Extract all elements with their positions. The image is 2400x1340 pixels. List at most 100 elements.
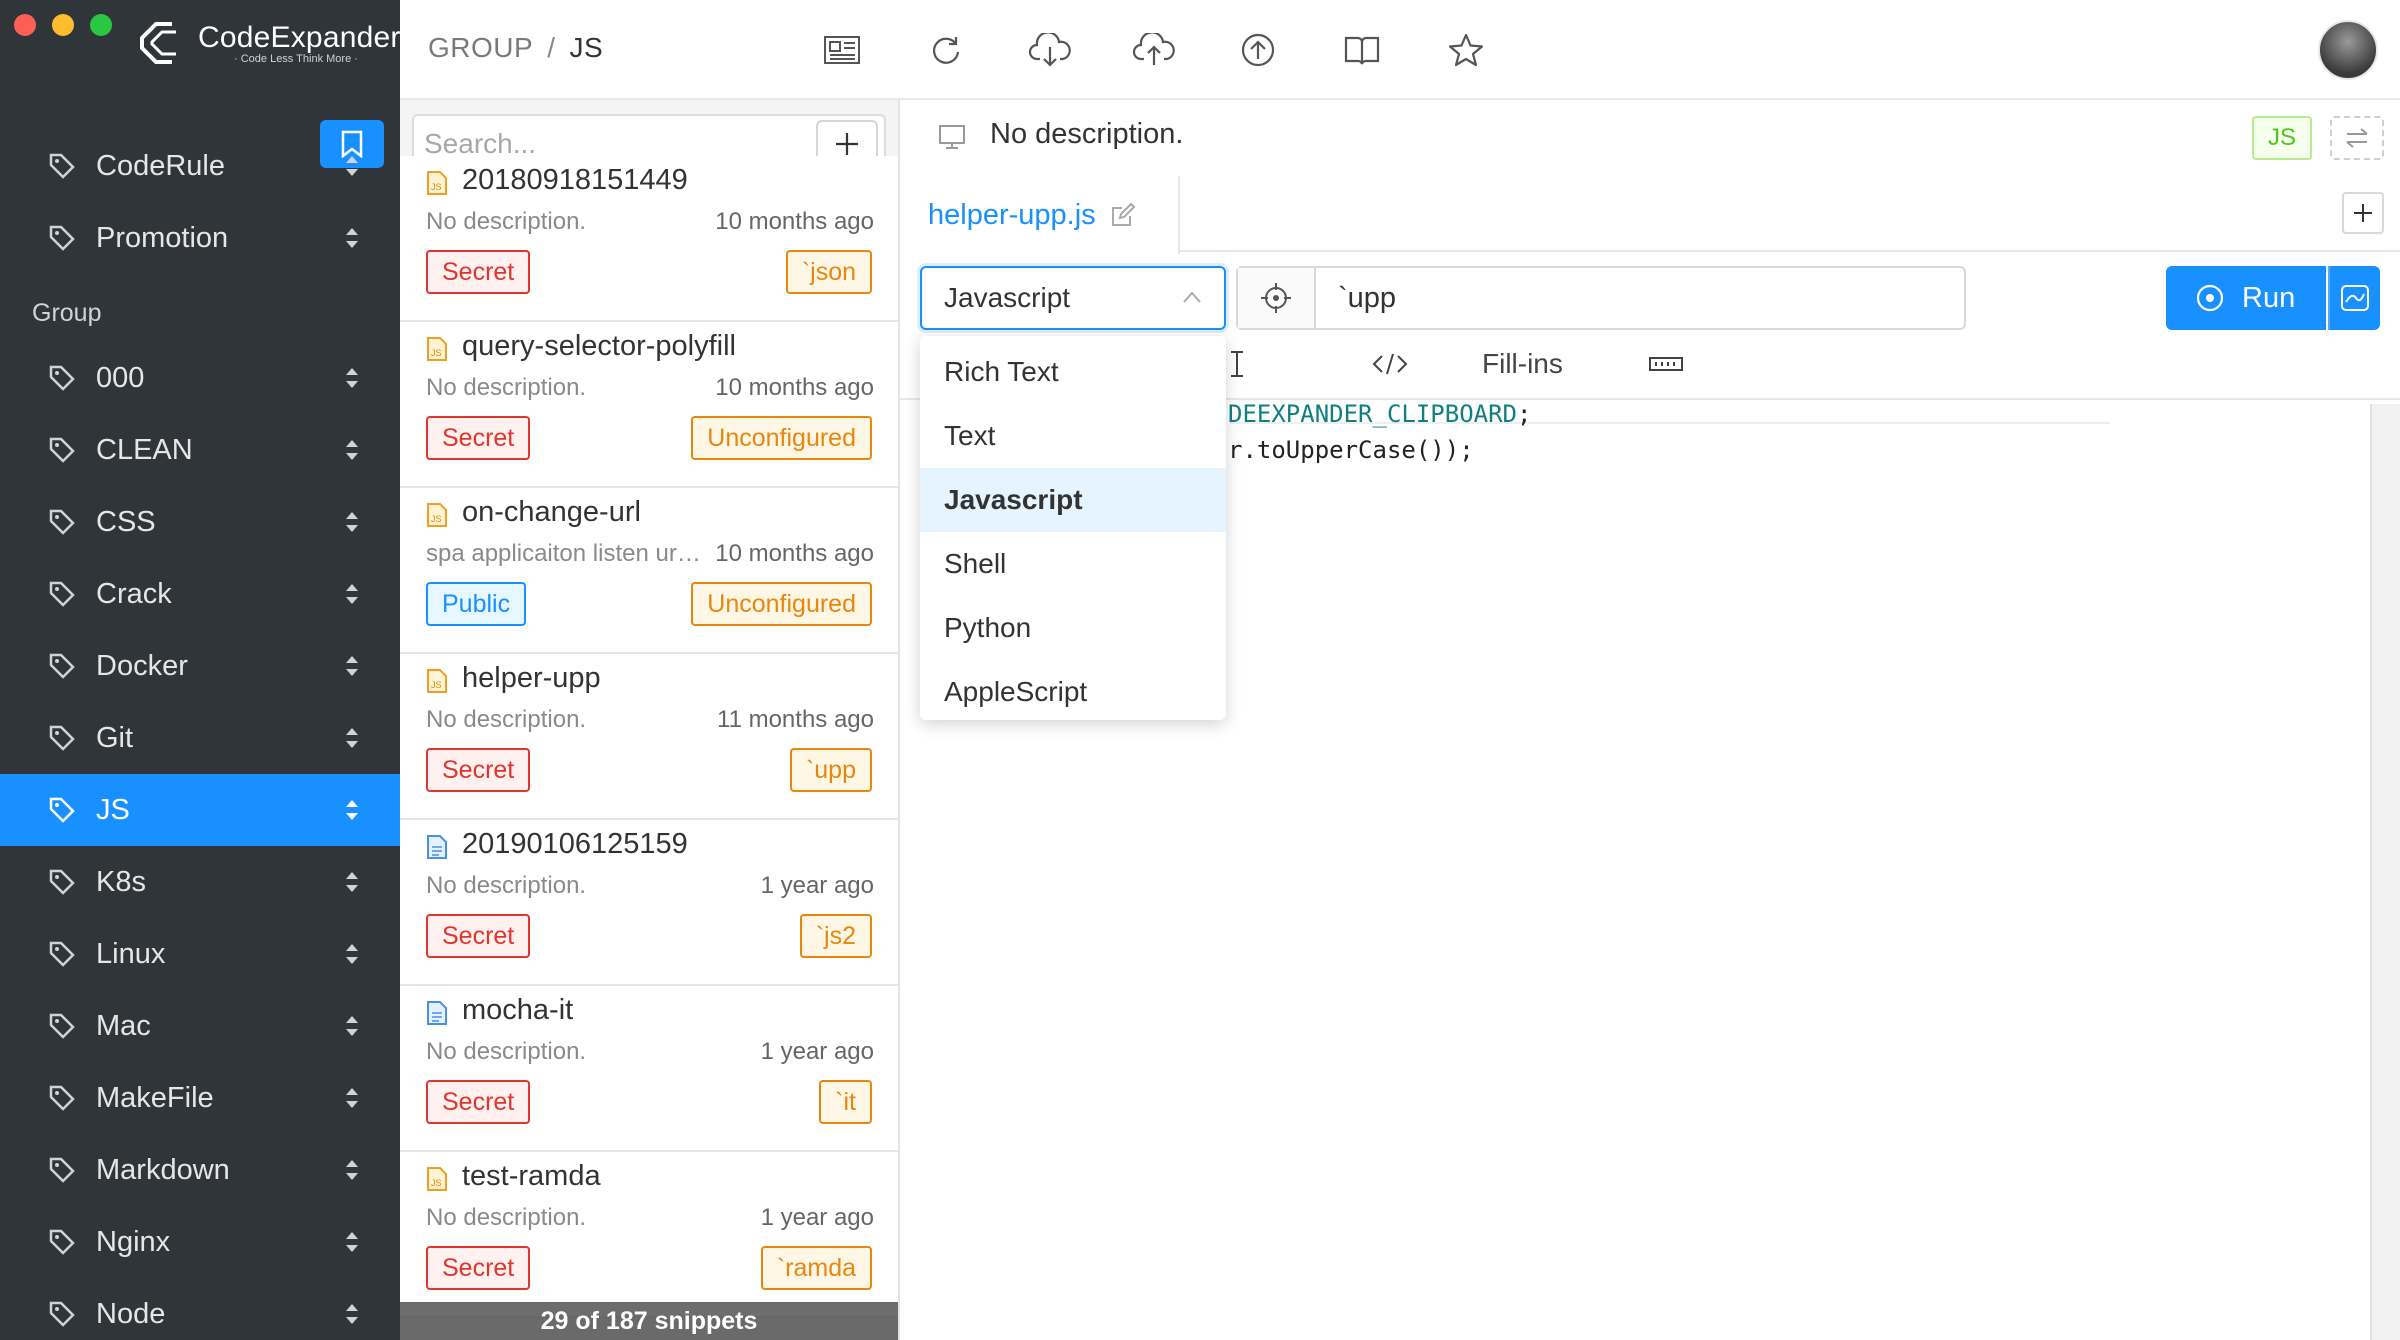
tab-helper-upp-js[interactable]: helper-upp.js — [900, 176, 1180, 254]
snippet-list: JS 20180918151449 No description. 10 months… — [400, 156, 898, 1318]
snippet-item[interactable]: JS helper-upp No description. 11 months ago… — [400, 654, 898, 820]
close-window-button[interactable] — [14, 14, 36, 36]
sidebar-item-git[interactable]: Git — [0, 702, 400, 774]
visibility-badge: Secret — [426, 914, 531, 958]
sidebar-item-label: Markdown — [96, 1153, 230, 1186]
sidebar-item-promotion[interactable]: Promotion — [0, 202, 400, 274]
sidebar-item-label: Docker — [96, 649, 188, 682]
snippet-timestamp: 1 year ago — [760, 872, 874, 899]
svg-text:JS: JS — [431, 680, 442, 690]
snippet-item[interactable]: JS 20180918151449 No description. 10 months… — [400, 156, 898, 322]
chevron-up-icon — [1183, 291, 1201, 303]
sort-icon — [346, 228, 358, 248]
language-select[interactable]: Javascript — [920, 266, 1226, 330]
add-file-button[interactable] — [2342, 192, 2384, 234]
run-icon — [2196, 284, 2224, 312]
language-option-javascript[interactable]: Javascript — [920, 468, 1226, 532]
description-row: No description. JS — [900, 100, 2400, 174]
tag-icon — [49, 437, 75, 463]
sidebar-item-docker[interactable]: Docker — [0, 630, 400, 702]
breadcrumb-current: JS — [569, 32, 604, 63]
snippet-description: spa applicaiton listen url change — [426, 540, 706, 567]
trigger-badge: `it — [819, 1080, 872, 1124]
sidebar-item-label: CLEAN — [96, 433, 193, 466]
swap-button[interactable] — [2330, 116, 2384, 160]
minimize-window-button[interactable] — [52, 14, 74, 36]
trigger-input[interactable]: `upp — [1338, 282, 1396, 315]
trigger-badge: Unconfigured — [691, 582, 872, 626]
sidebar-item-label: Promotion — [96, 221, 229, 254]
news-button[interactable] — [818, 26, 866, 74]
sidebar-item-markdown[interactable]: Markdown — [0, 1134, 400, 1206]
visibility-badge: Secret — [426, 748, 531, 792]
fill-ins-button[interactable]: Fill-ins — [1482, 344, 1563, 384]
snippet-description: No description. — [426, 1038, 587, 1065]
file-tab-name: helper-upp.js — [928, 198, 1096, 231]
sidebar-item-mac[interactable]: Mac — [0, 990, 400, 1062]
app-window: CodeExpander · Code Less Think More · Co… — [0, 0, 2400, 1340]
language-option-python[interactable]: Python — [920, 596, 1226, 660]
toolbar — [818, 26, 1490, 74]
snippet-item[interactable]: 20190106125159 No description. 1 year ago S… — [400, 820, 898, 986]
docs-button[interactable] — [1338, 26, 1386, 74]
sidebar-item-linux[interactable]: Linux — [0, 918, 400, 990]
sidebar-item-clean[interactable]: CLEAN — [0, 414, 400, 486]
run-options-button[interactable] — [2328, 266, 2380, 330]
run-button[interactable]: Run — [2166, 266, 2326, 330]
language-option-rich-text[interactable]: Rich Text — [920, 340, 1226, 404]
run-label: Run — [2242, 281, 2296, 314]
codeexpander-logo-icon — [140, 22, 176, 64]
editor-scrollbar[interactable] — [2370, 404, 2400, 1340]
sidebar-item-node[interactable]: Node — [0, 1278, 400, 1340]
code-insert-button[interactable] — [1372, 344, 1408, 384]
snippet-description: No description. — [426, 706, 587, 733]
sync-button[interactable] — [922, 26, 970, 74]
sidebar-item-nginx[interactable]: Nginx — [0, 1206, 400, 1278]
zoom-window-button[interactable] — [90, 14, 112, 36]
visibility-badge: Secret — [426, 416, 531, 460]
snippet-item[interactable]: JS on-change-url spa applicaiton listen ur… — [400, 488, 898, 654]
cloud-upload-button[interactable] — [1130, 26, 1178, 74]
language-option-text[interactable]: Text — [920, 404, 1226, 468]
snippet-title: 20180918151449 — [462, 164, 688, 196]
sidebar-item-css[interactable]: CSS — [0, 486, 400, 558]
sidebar-item-makefile[interactable]: MakeFile — [0, 1062, 400, 1134]
favorite-button[interactable] — [1442, 26, 1490, 74]
snippet-list-panel: JS 20180918151449 No description. 10 months… — [400, 100, 900, 1340]
tag-icon — [49, 653, 75, 679]
snippet-description[interactable]: No description. — [990, 118, 1183, 151]
language-option-shell[interactable]: Shell — [920, 532, 1226, 596]
sort-icon — [346, 156, 358, 176]
language-option-applescript[interactable]: AppleScript — [920, 660, 1226, 724]
tag-icon — [49, 153, 75, 179]
upload-button[interactable] — [1234, 26, 1282, 74]
user-avatar[interactable] — [2318, 20, 2378, 80]
shortcut-button[interactable] — [1648, 344, 1684, 384]
crosshair-icon — [1261, 283, 1291, 313]
cloud-upload-icon — [1132, 33, 1175, 65]
snippet-title: 20190106125159 — [462, 828, 688, 860]
sidebar-item-label: CSS — [96, 505, 156, 538]
sidebar-item-js[interactable]: JS — [0, 774, 400, 846]
text-cursor-icon — [1231, 351, 1243, 377]
breadcrumb-root[interactable]: GROUP — [428, 32, 533, 63]
sidebar-item-000[interactable]: 000 — [0, 342, 400, 414]
sidebar-item-crack[interactable]: Crack — [0, 558, 400, 630]
tag-icon — [49, 1013, 75, 1039]
svg-text:JS: JS — [431, 348, 442, 358]
snippet-item[interactable]: JS test-ramda No description. 1 year ago Sec… — [400, 1152, 898, 1318]
visibility-badge: Secret — [426, 250, 531, 294]
snippet-item[interactable]: JS query-selector-polyfill No description.… — [400, 322, 898, 488]
cloud-download-button[interactable] — [1026, 26, 1074, 74]
snippet-item[interactable]: mocha-it No description. 1 year ago Secret `… — [400, 986, 898, 1152]
snippet-title: test-ramda — [462, 1160, 601, 1192]
sidebar-item-k8s[interactable]: K8s — [0, 846, 400, 918]
sidebar-item-coderule[interactable]: CodeRule — [0, 130, 400, 202]
locate-button[interactable] — [1238, 268, 1316, 328]
cursor-insert-button[interactable] — [1228, 344, 1246, 384]
sidebar-item-label: Linux — [96, 937, 166, 970]
breadcrumb-separator: / — [547, 32, 556, 63]
edit-icon[interactable] — [1110, 202, 1136, 228]
language-dropdown: Rich Text Text Javascript Shell Python AppleS… — [920, 336, 1226, 720]
keyboard-icon — [1649, 357, 1683, 371]
